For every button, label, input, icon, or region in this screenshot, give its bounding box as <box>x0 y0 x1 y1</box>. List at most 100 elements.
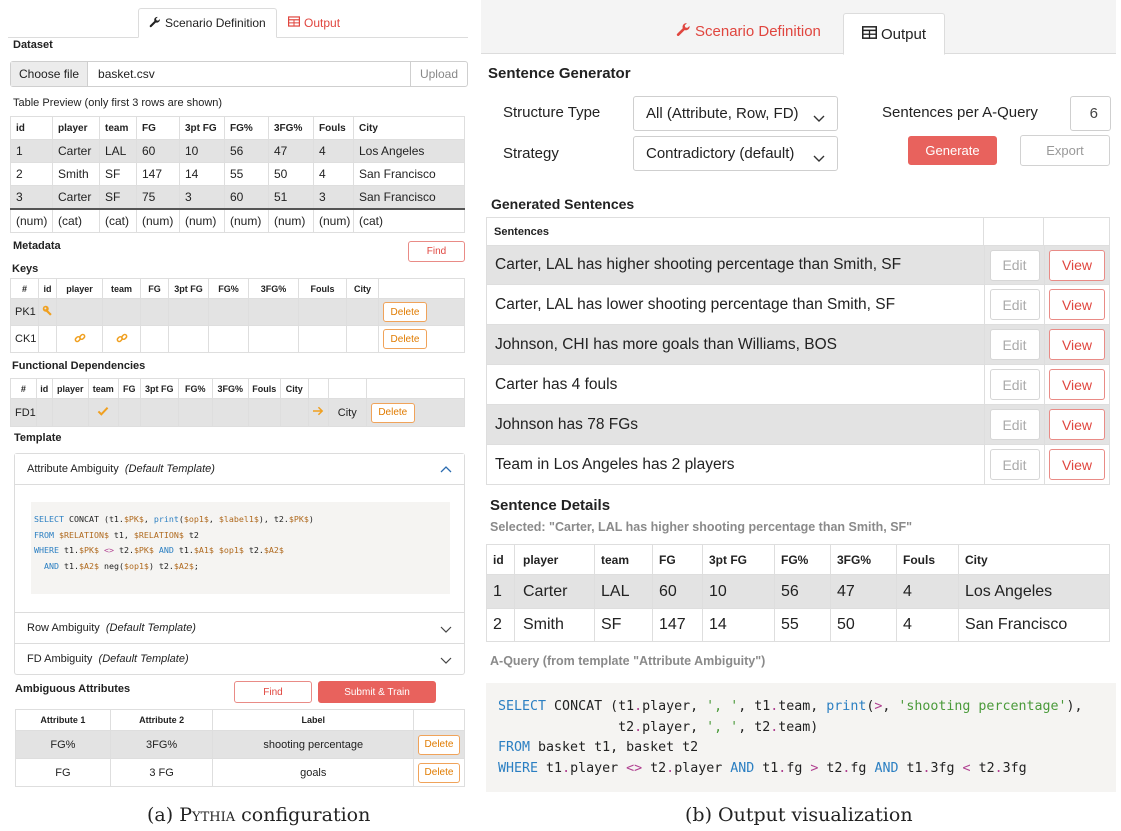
delete-button[interactable]: Delete <box>370 402 415 423</box>
tab-scenario-definition[interactable]: Scenario Definition <box>138 8 277 38</box>
generate-button[interactable]: Generate <box>908 136 997 165</box>
accordion-header-row[interactable]: Row Ambiguity (Default Template) <box>15 612 464 643</box>
arrow-right-icon <box>312 406 324 419</box>
edit-button[interactable]: Edit <box>989 289 1040 320</box>
cell: (num) <box>136 208 180 233</box>
col-header: id <box>38 278 57 299</box>
edit-button[interactable]: Edit <box>989 329 1040 360</box>
cell: 1 <box>10 139 53 163</box>
attribute-template-code: SELECT CONCAT (t1.$PK$, print($op1$, $la… <box>31 502 450 594</box>
chevron-up-icon <box>440 464 452 476</box>
fd-name: FD1 <box>10 398 37 427</box>
col-header: Fouls <box>313 116 354 140</box>
accordion-header-attribute[interactable]: Attribute Ambiguity (Default Template) <box>15 454 464 485</box>
cell: (num) <box>268 208 314 233</box>
col-header: team <box>102 278 141 299</box>
col-header: player <box>52 116 100 140</box>
sentences-table: Sentences <box>486 217 1110 246</box>
table-row: 3 Carter SF 75 3 60 51 3 San Francisco <box>10 185 465 209</box>
accordion-subtitle: (Default Template) <box>105 622 196 634</box>
edit-button[interactable]: Edit <box>989 369 1040 400</box>
left-tab-bar: Scenario Definition Output <box>8 8 468 38</box>
edit-button[interactable]: Edit <box>989 449 1040 480</box>
tab-label: Scenario Definition <box>695 23 821 40</box>
cell: San Francisco <box>353 162 465 186</box>
structure-type-select[interactable]: All (Attribute, Row, FD) <box>633 96 838 131</box>
sentence-row: Carter, LAL has lower shooting percentag… <box>486 285 1110 325</box>
cell: LAL <box>99 139 137 163</box>
col-header: team <box>87 378 119 399</box>
caption-suffix: configuration <box>235 804 371 826</box>
table-row: 1 Carter LAL 60 10 56 47 4 Los Angeles <box>10 139 465 163</box>
table-row: 2 Smith SF 147 14 55 50 4 San Francisco <box>486 608 1110 642</box>
sentence-row: Carter, LAL has higher shooting percenta… <box>486 245 1110 285</box>
delete-button[interactable]: Delete <box>383 302 427 322</box>
edit-button[interactable]: Edit <box>989 409 1040 440</box>
col-header: Label <box>212 709 414 731</box>
col-header: FG% <box>208 278 249 299</box>
sentence-text: Carter, LAL has lower shooting percentag… <box>495 295 896 313</box>
cell: 60 <box>652 574 703 609</box>
find-button[interactable]: Find <box>408 241 465 262</box>
sentences-per-input[interactable]: 6 <box>1070 96 1111 131</box>
col-header: team <box>99 116 137 140</box>
caption-a: (a) Pythia configuration <box>147 804 370 826</box>
fd-row: FD1 City Delete <box>10 398 466 427</box>
sentence-text: Johnson, CHI has more goals than William… <box>495 335 837 353</box>
wrench-icon <box>149 16 161 31</box>
cell: 147 <box>136 162 180 186</box>
view-button[interactable]: View <box>1049 249 1105 281</box>
delete-button[interactable]: Delete <box>418 762 460 783</box>
submit-train-button[interactable]: Submit & Train <box>318 681 436 703</box>
accordion-header-fd[interactable]: FD Ambiguity (Default Template) <box>15 643 464 674</box>
delete-button[interactable]: Delete <box>383 329 427 349</box>
cell: FG <box>15 758 111 787</box>
export-button[interactable]: Export <box>1020 135 1110 166</box>
cell: (cat) <box>99 208 137 233</box>
cell: Smith <box>514 608 595 642</box>
check-icon <box>97 406 109 419</box>
cell: San Francisco <box>958 608 1110 642</box>
col-header: player <box>514 544 595 575</box>
view-button[interactable]: View <box>1049 289 1105 320</box>
col-header: FG% <box>224 116 269 140</box>
col-header: 3FG% <box>248 278 299 299</box>
cell: 3 FG <box>109 758 214 787</box>
cell: goals <box>212 758 414 787</box>
view-button[interactable]: View <box>1049 449 1105 480</box>
tab-scenario-definition[interactable]: Scenario Definition <box>676 22 821 41</box>
col-header: team <box>594 544 653 575</box>
cell: 60 <box>224 185 269 209</box>
cell: Carter <box>52 185 100 209</box>
strategy-select[interactable]: Contradictory (default) <box>633 136 838 171</box>
cell: Los Angeles <box>958 574 1110 609</box>
cell: 50 <box>830 608 897 642</box>
sentence-row: Team in Los Angeles has 2 players Edit Vie… <box>486 445 1110 485</box>
select-value: All (Attribute, Row, FD) <box>646 105 799 122</box>
view-button[interactable]: View <box>1049 329 1105 360</box>
structure-type-label: Structure Type <box>503 104 601 121</box>
sentence-text: Johnson has 78 FGs <box>495 415 639 433</box>
sentences-per-label: Sentences per A-Query <box>882 104 1038 121</box>
right-tab-bar: Scenario Definition Output <box>481 0 1116 55</box>
cell: 2 <box>10 162 53 186</box>
cell: 51 <box>268 185 314 209</box>
chevron-down-icon <box>813 110 825 127</box>
aquery-label: A-Query (from template "Attribute Ambigu… <box>490 654 766 668</box>
tab-output[interactable]: Output <box>280 8 348 38</box>
table-row: FG% 3FG% shooting percentage Delete <box>15 730 465 759</box>
cell: 75 <box>136 185 180 209</box>
tab-output[interactable]: Output <box>843 13 945 55</box>
sentence-row: Johnson has 78 FGs Edit View <box>486 405 1110 445</box>
col-header: Fouls <box>247 378 281 399</box>
upload-button[interactable]: Upload <box>409 62 467 86</box>
find-attributes-button[interactable]: Find <box>234 681 312 703</box>
edit-button[interactable]: Edit <box>989 249 1040 281</box>
view-button[interactable]: View <box>1049 369 1105 400</box>
col-header: player <box>51 378 89 399</box>
choose-file-button[interactable]: Choose file <box>11 62 89 86</box>
delete-button[interactable]: Delete <box>418 734 460 755</box>
view-button[interactable]: View <box>1049 409 1105 440</box>
cell: 3 <box>313 185 354 209</box>
link-icon <box>116 333 128 347</box>
